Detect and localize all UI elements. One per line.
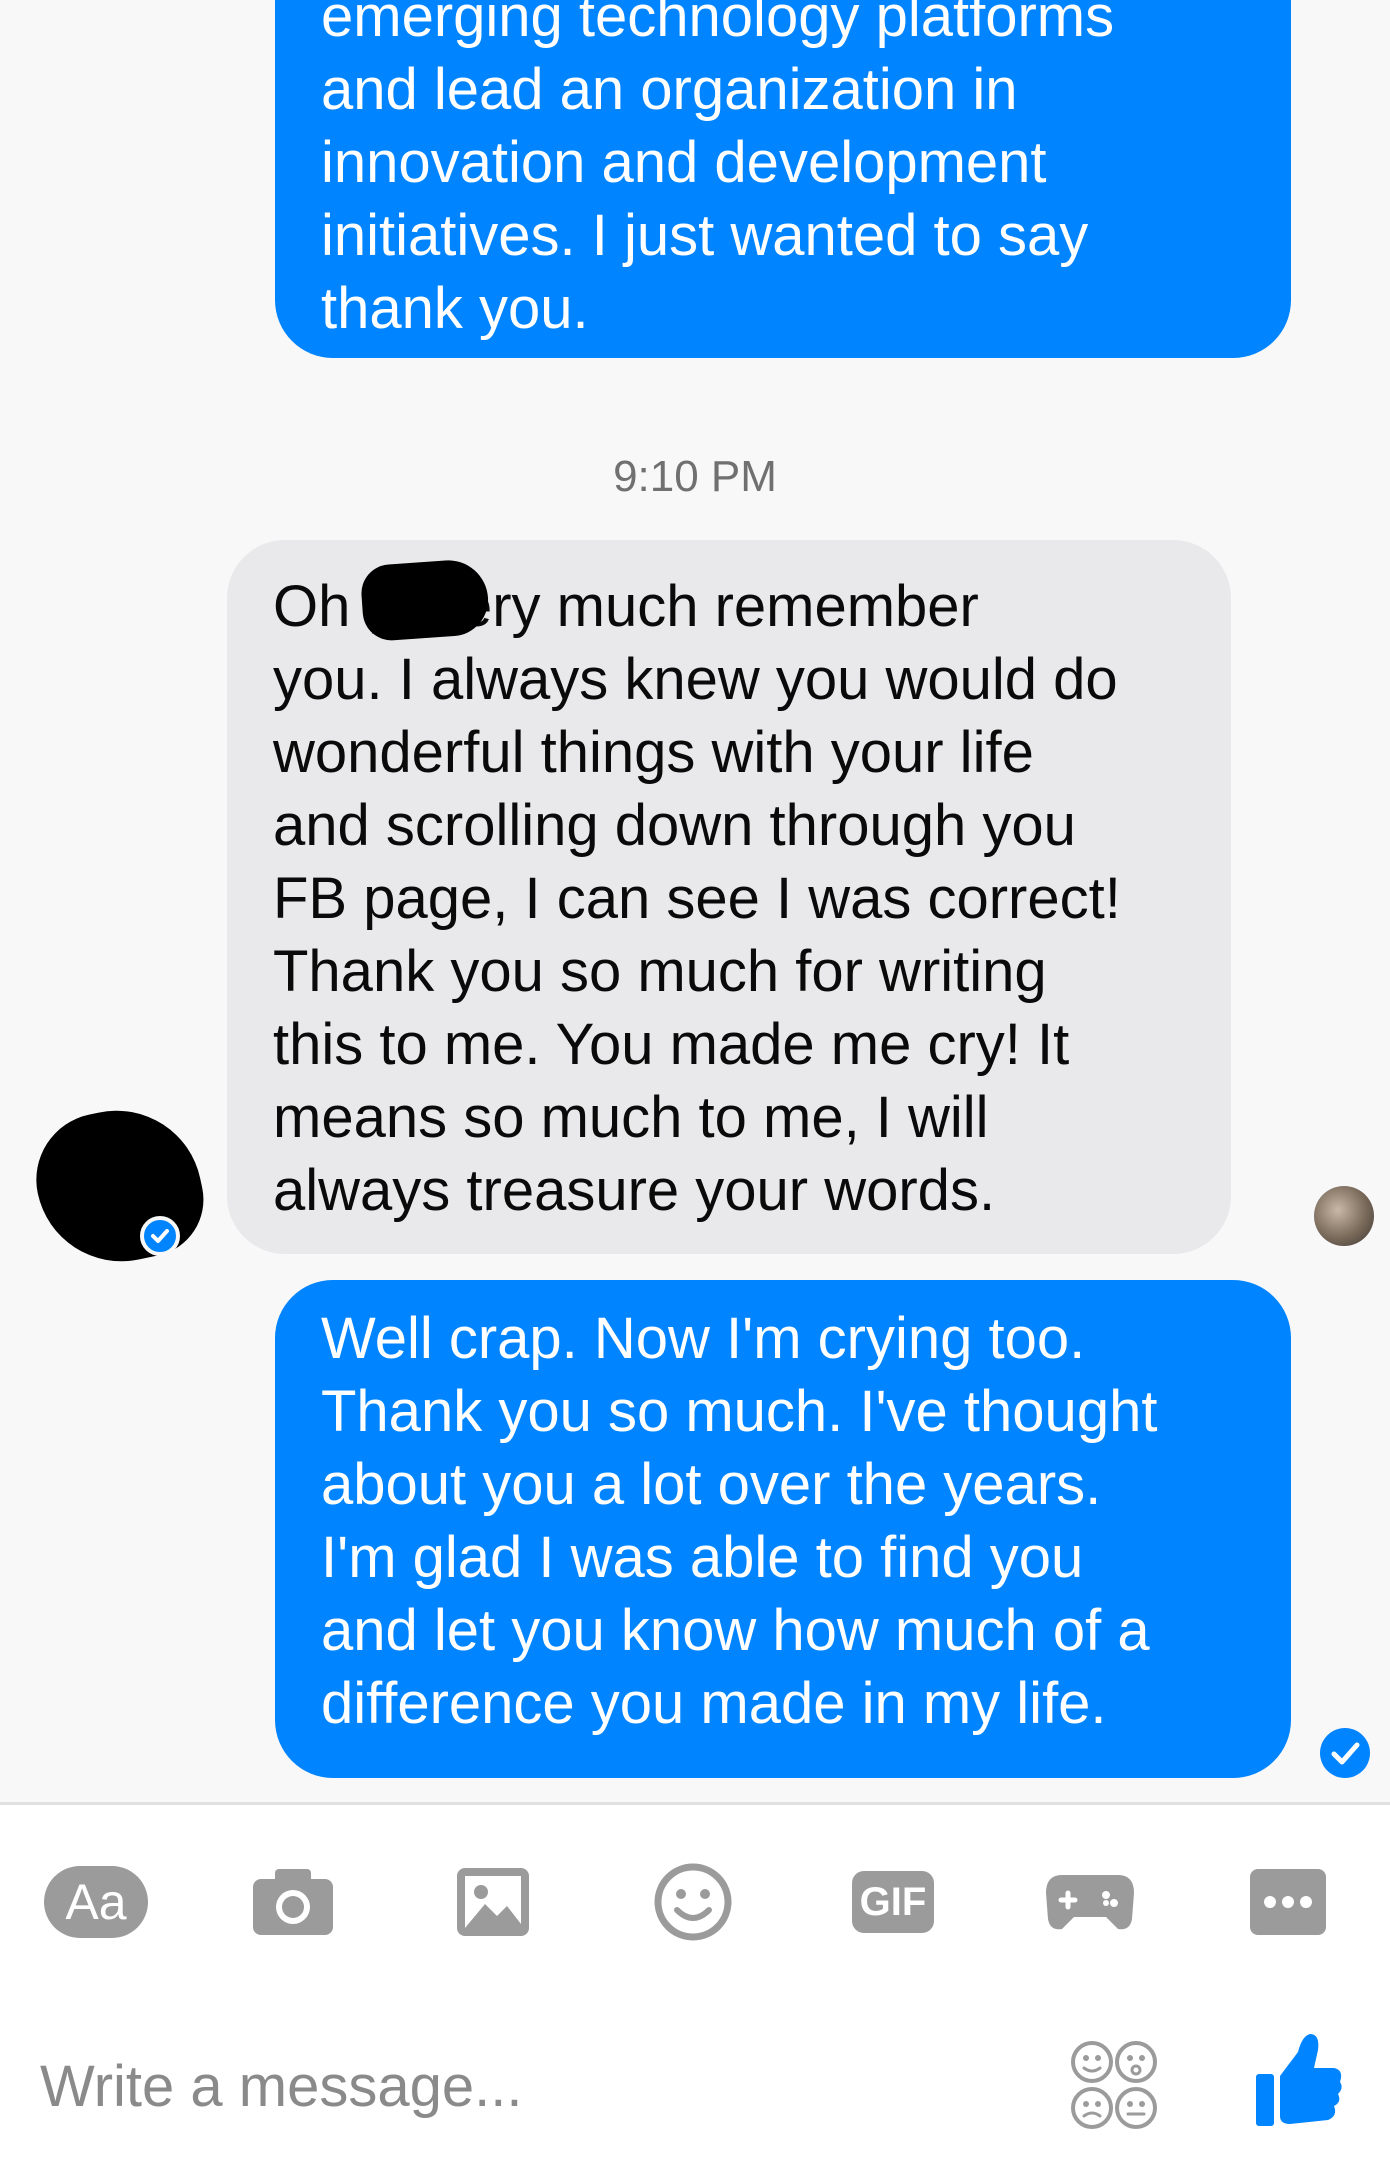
thumbs-up-icon [1256,2034,1342,2126]
message-input[interactable] [38,2040,1022,2132]
redacted-name [359,557,491,643]
sender-avatar[interactable] [23,1094,215,1278]
delivered-check-icon [1320,1728,1370,1778]
gif-icon: GIF [852,1871,934,1933]
emoji-faces-icon [1071,2041,1157,2129]
gallery-icon [457,1868,529,1936]
games-button[interactable] [1040,1854,1140,1950]
gif-button[interactable]: GIF [845,1854,941,1950]
emoji-icon [654,1863,732,1941]
emoji-button[interactable] [645,1854,741,1950]
outgoing-message-bubble[interactable]: emerging technology platforms and lead a… [275,0,1291,358]
message-timestamp: 9:10 PM [613,452,777,501]
text-style-button[interactable]: Aa [40,1854,152,1950]
like-button[interactable] [1254,2030,1344,2130]
incoming-message-bubble[interactable]: Oh , I very much remember you. I always … [227,540,1231,1254]
outgoing-message-bubble[interactable]: Well crap. Now I'm crying too. Thank you… [275,1280,1291,1778]
conversation-thread: emerging technology platforms and lead a… [0,0,1390,1802]
game-controller-icon [1046,1875,1134,1930]
gallery-button[interactable] [445,1854,541,1950]
camera-icon [253,1869,333,1935]
seen-by-avatar [1314,1186,1374,1246]
verified-badge-icon [140,1216,180,1256]
camera-button[interactable] [245,1854,341,1950]
text-style-icon: Aa [44,1866,148,1938]
more-icon [1250,1869,1326,1935]
stickers-button[interactable] [1068,2038,1160,2134]
more-options-button[interactable] [1240,1854,1336,1950]
